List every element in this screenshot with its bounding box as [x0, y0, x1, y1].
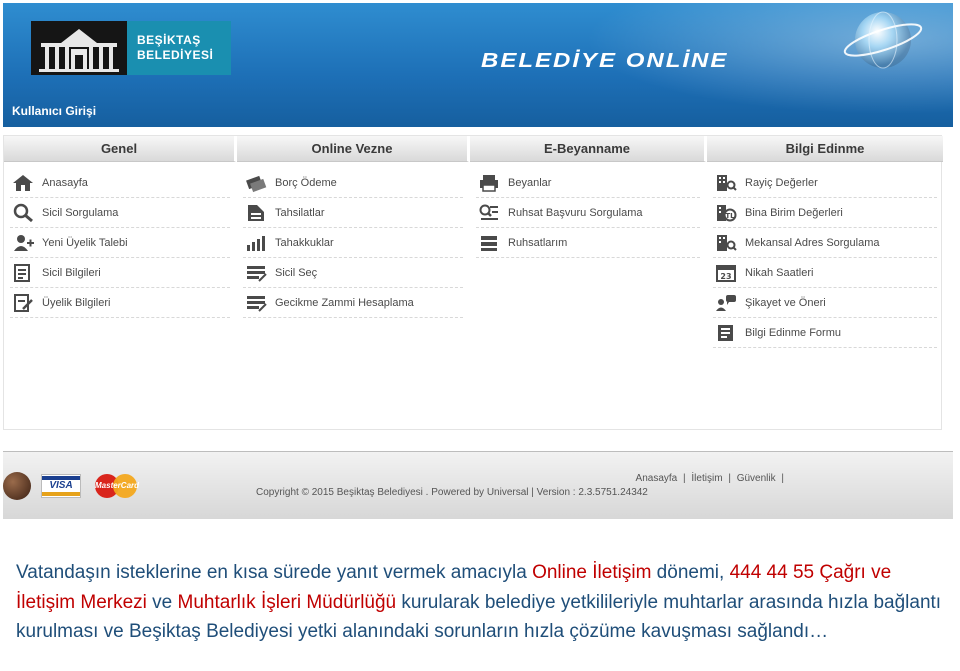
menu-item-uyelik-bilgileri[interactable]: Üyelik Bilgileri — [10, 288, 230, 318]
caption-text: Vatandaşın isteklerine en kısa sürede ya… — [16, 562, 533, 583]
footer-link-anasayfa[interactable]: Anasayfa — [636, 473, 678, 484]
receipt-icon — [243, 202, 269, 224]
menu-item-label: Bilgi Edinme Formu — [745, 326, 841, 339]
menu-item-yeni-uyelik-talebi[interactable]: Yeni Üyelik Talebi — [10, 228, 230, 258]
menu-item-label: Sicil Bilgileri — [42, 266, 101, 279]
form-icon — [713, 322, 739, 344]
municipality-logo[interactable]: BEŞİKTAŞ BELEDİYESİ — [31, 21, 231, 75]
copyright-text: Copyright © 2015 Beşiktaş Belediyesi . P… — [256, 487, 529, 498]
footer-copyright-line: Copyright © 2015 Beşiktaş Belediyesi . P… — [256, 487, 648, 498]
calculator-icon — [243, 292, 269, 314]
login-link[interactable]: Kullanıcı Girişi — [12, 104, 96, 118]
cards-icon — [243, 172, 269, 194]
menu-item-sikayet-ve-oneri[interactable]: Şikayet ve Öneri — [713, 288, 937, 318]
menu-item-label: Anasayfa — [42, 176, 88, 189]
troy-card-icon — [3, 472, 31, 500]
menu-column-bilgi-edinme: Bilgi Edinme Rayiç Değerler TL Bina Biri… — [707, 136, 943, 431]
menu-item-label: Tahsilatlar — [275, 206, 325, 219]
magnifier-icon — [10, 202, 36, 224]
footer-link-guvenlik[interactable]: Güvenlik — [737, 473, 776, 484]
search-list-icon — [476, 202, 502, 224]
document-edit-icon — [10, 292, 36, 314]
menu-item-ruhsatlarim[interactable]: Ruhsatlarım — [476, 228, 700, 258]
municipality-name-line2: BELEDİYESİ — [137, 48, 214, 62]
mastercard-icon: MasterCard — [93, 472, 141, 500]
bar-chart-icon — [243, 232, 269, 254]
menu-column-online-vezne: Online Vezne Borç Ödeme Tahsilatlar Taha… — [237, 136, 469, 431]
payment-logos: VISA MasterCard — [3, 472, 141, 500]
slide-caption: Vatandaşın isteklerine en kısa sürede ya… — [16, 558, 951, 647]
menu-item-tahakkuklar[interactable]: Tahakkuklar — [243, 228, 463, 258]
menu-item-sicil-sec[interactable]: Sicil Seç — [243, 258, 463, 288]
footer-links: Anasayfa | İletişim | Güvenlik | — [635, 473, 784, 484]
globe-icon — [843, 11, 923, 69]
menu-item-label: Şikayet ve Öneri — [745, 296, 826, 309]
municipality-name-line1: BEŞİKTAŞ — [137, 33, 201, 47]
menu-item-label: Borç Ödeme — [275, 176, 337, 189]
menu-item-label: Rayiç Değerler — [745, 176, 818, 189]
caption-text: ve — [146, 591, 178, 613]
menu-item-bilgi-edinme-formu[interactable]: Bilgi Edinme Formu — [713, 318, 937, 348]
svg-text:23: 23 — [720, 272, 731, 281]
menu-item-ruhsat-basvuru-sorgulama[interactable]: Ruhsat Başvuru Sorgulama — [476, 198, 700, 228]
site-header: BEŞİKTAŞ BELEDİYESİ BELEDİYE ONLİNE Kull… — [3, 3, 953, 127]
menu-item-label: Tahakkuklar — [275, 236, 334, 249]
menu-item-label: Mekansal Adres Sorgulama — [745, 236, 880, 249]
speech-user-icon — [713, 292, 739, 314]
menu-item-label: Yeni Üyelik Talebi — [42, 236, 128, 249]
menu-item-borc-odeme[interactable]: Borç Ödeme — [243, 168, 463, 198]
version-text: Version : 2.3.5751.24342 — [536, 487, 648, 498]
menu-item-sicil-bilgileri[interactable]: Sicil Bilgileri — [10, 258, 230, 288]
palace-emblem-icon — [31, 21, 127, 75]
menu-column-title: Bilgi Edinme — [707, 136, 943, 162]
site-footer: VISA MasterCard Anasayfa | İletişim | Gü… — [3, 451, 953, 519]
menu-item-beyanlar[interactable]: Beyanlar — [476, 168, 700, 198]
visa-card-icon: VISA — [41, 474, 81, 498]
menu-item-label: Ruhsatlarım — [508, 236, 568, 249]
list-select-icon — [243, 262, 269, 284]
menu-item-anasayfa[interactable]: Anasayfa — [10, 168, 230, 198]
building-currency-icon: TL — [713, 202, 739, 224]
menu-item-label: Bina Birim Değerleri — [745, 206, 843, 219]
footer-link-iletisim[interactable]: İletişim — [691, 473, 722, 484]
add-user-icon — [10, 232, 36, 254]
brand-title: BELEDİYE ONLİNE — [481, 49, 729, 73]
menu-column-title: Online Vezne — [237, 136, 469, 162]
menu-column-title: E-Beyanname — [470, 136, 706, 162]
menu-column-title: Genel — [4, 136, 236, 162]
menu-item-label: Gecikme Zammi Hesaplama — [275, 296, 414, 309]
menu-item-rayic-degerler[interactable]: Rayiç Değerler — [713, 168, 937, 198]
menu-item-label: Sicil Seç — [275, 266, 318, 279]
calendar-icon: 23 — [713, 262, 739, 284]
svg-text:TL: TL — [725, 212, 735, 220]
menu-item-label: Nikah Saatleri — [745, 266, 814, 279]
menu-item-mekansal-adres-sorgulama[interactable]: Mekansal Adres Sorgulama — [713, 228, 937, 258]
menu-item-label: Üyelik Bilgileri — [42, 296, 111, 309]
caption-text: dönemi, — [651, 562, 730, 583]
menu-item-tahsilatlar[interactable]: Tahsilatlar — [243, 198, 463, 228]
building-search-icon — [713, 232, 739, 254]
menu-item-bina-birim-degerleri[interactable]: TL Bina Birim Değerleri — [713, 198, 937, 228]
building-search-icon — [713, 172, 739, 194]
menu-item-label: Sicil Sorgulama — [42, 206, 119, 219]
stack-list-icon — [476, 232, 502, 254]
menu-item-label: Beyanlar — [508, 176, 552, 189]
menu-item-sicil-sorgulama[interactable]: Sicil Sorgulama — [10, 198, 230, 228]
menu-item-label: Ruhsat Başvuru Sorgulama — [508, 206, 643, 219]
document-list-icon — [10, 262, 36, 284]
caption-highlight: Online İletişim — [532, 562, 652, 583]
menu-item-gecikme-zammi-hesaplama[interactable]: Gecikme Zammi Hesaplama — [243, 288, 463, 318]
printer-icon — [476, 172, 502, 194]
caption-highlight: Muhtarlık İşleri Müdürlüğü — [177, 591, 397, 613]
menu-column-genel: Genel Anasayfa Sicil Sorgulama Yeni Üyel… — [4, 136, 236, 431]
home-icon — [10, 172, 36, 194]
service-menu: Genel Anasayfa Sicil Sorgulama Yeni Üyel… — [3, 135, 943, 431]
menu-column-e-beyanname: E-Beyanname Beyanlar Ruhsat Başvuru Sorg… — [470, 136, 706, 431]
menu-item-nikah-saatleri[interactable]: 23 Nikah Saatleri — [713, 258, 937, 288]
